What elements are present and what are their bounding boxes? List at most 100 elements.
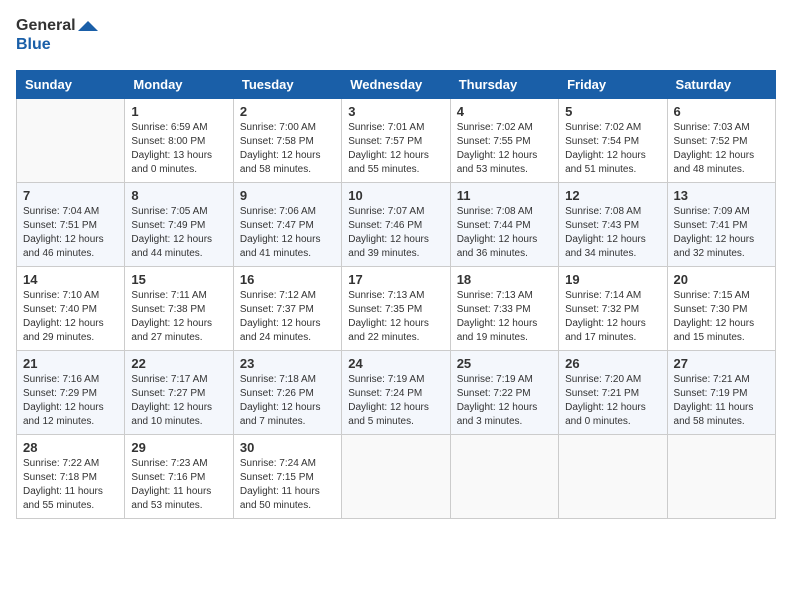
day-of-week-header: Wednesday [342, 71, 450, 99]
day-info: Sunrise: 7:00 AM Sunset: 7:58 PM Dayligh… [240, 121, 335, 177]
day-of-week-header: Sunday [17, 71, 125, 99]
day-number: 8 [131, 188, 226, 203]
calendar-week-row: 28 Sunrise: 7:22 AM Sunset: 7:18 PM Dayli… [17, 435, 776, 519]
calendar-week-row: 1 Sunrise: 6:59 AM Sunset: 8:00 PM Daylig… [17, 99, 776, 183]
calendar-day-cell: 25Sunrise: 7:19 AM Sunset: 7:22 PM Dayli… [450, 351, 558, 435]
day-of-week-header: Saturday [667, 71, 775, 99]
logo-arrow-icon [78, 21, 98, 41]
logo-blue: Blue [16, 35, 76, 54]
day-number: 1 [131, 104, 226, 119]
day-number: 15 [131, 272, 226, 287]
day-info: Sunrise: 7:18 AM Sunset: 7:26 PM Dayligh… [240, 373, 335, 429]
day-number: 24 [348, 356, 443, 371]
day-info: Sunrise: 7:13 AM Sunset: 7:35 PM Dayligh… [348, 289, 443, 345]
calendar-day-cell: 4 Sunrise: 7:02 AM Sunset: 7:55 PM Daylig… [450, 99, 558, 183]
day-number: 29 [131, 440, 226, 455]
calendar-day-cell: 12 Sunrise: 7:08 AM Sunset: 7:43 PM Dayli… [559, 183, 667, 267]
calendar-day-cell: 23 Sunrise: 7:18 AM Sunset: 7:26 PM Dayli… [233, 351, 341, 435]
calendar-day-cell: 14Sunrise: 7:10 AM Sunset: 7:40 PM Dayli… [17, 267, 125, 351]
day-info: Sunrise: 7:17 AM Sunset: 7:27 PM Dayligh… [131, 373, 226, 429]
day-info: Sunrise: 7:08 AM Sunset: 7:43 PM Dayligh… [565, 205, 660, 261]
calendar-empty-cell [17, 99, 125, 183]
calendar-empty-cell [450, 435, 558, 519]
calendar-day-cell: 26Sunrise: 7:20 AM Sunset: 7:21 PM Dayli… [559, 351, 667, 435]
calendar-day-cell: 6Sunrise: 7:03 AM Sunset: 7:52 PM Daylig… [667, 99, 775, 183]
day-number: 20 [674, 272, 769, 287]
calendar-day-cell: 11 Sunrise: 7:08 AM Sunset: 7:44 PM Dayli… [450, 183, 558, 267]
day-info: Sunrise: 7:08 AM Sunset: 7:44 PM Dayligh… [457, 205, 552, 261]
day-number: 5 [565, 104, 660, 119]
day-info: Sunrise: 7:02 AM Sunset: 7:54 PM Dayligh… [565, 121, 660, 177]
calendar-day-cell: 18Sunrise: 7:13 AM Sunset: 7:33 PM Dayli… [450, 267, 558, 351]
logo: General Blue [16, 16, 98, 60]
calendar-day-cell: 16Sunrise: 7:12 AM Sunset: 7:37 PM Dayli… [233, 267, 341, 351]
day-info: Sunrise: 7:22 AM Sunset: 7:18 PM Dayligh… [23, 457, 118, 513]
day-of-week-header: Monday [125, 71, 233, 99]
day-info: Sunrise: 6:59 AM Sunset: 8:00 PM Dayligh… [131, 121, 226, 177]
day-number: 14 [23, 272, 118, 287]
calendar-day-cell: 27 Sunrise: 7:21 AM Sunset: 7:19 PM Dayli… [667, 351, 775, 435]
calendar-day-cell: 5 Sunrise: 7:02 AM Sunset: 7:54 PM Daylig… [559, 99, 667, 183]
day-number: 23 [240, 356, 335, 371]
calendar-day-cell: 3 Sunrise: 7:01 AM Sunset: 7:57 PM Daylig… [342, 99, 450, 183]
calendar-week-row: 21Sunrise: 7:16 AM Sunset: 7:29 PM Dayli… [17, 351, 776, 435]
calendar-week-row: 14Sunrise: 7:10 AM Sunset: 7:40 PM Dayli… [17, 267, 776, 351]
calendar-day-cell: 1 Sunrise: 6:59 AM Sunset: 8:00 PM Daylig… [125, 99, 233, 183]
day-number: 22 [131, 356, 226, 371]
day-info: Sunrise: 7:05 AM Sunset: 7:49 PM Dayligh… [131, 205, 226, 261]
calendar-week-row: 7Sunrise: 7:04 AM Sunset: 7:51 PM Daylig… [17, 183, 776, 267]
day-info: Sunrise: 7:11 AM Sunset: 7:38 PM Dayligh… [131, 289, 226, 345]
calendar-day-cell: 19Sunrise: 7:14 AM Sunset: 7:32 PM Dayli… [559, 267, 667, 351]
calendar-empty-cell [667, 435, 775, 519]
day-info: Sunrise: 7:13 AM Sunset: 7:33 PM Dayligh… [457, 289, 552, 345]
day-number: 28 [23, 440, 118, 455]
day-of-week-header: Friday [559, 71, 667, 99]
day-info: Sunrise: 7:23 AM Sunset: 7:16 PM Dayligh… [131, 457, 226, 513]
day-number: 10 [348, 188, 443, 203]
day-number: 9 [240, 188, 335, 203]
day-number: 30 [240, 440, 335, 455]
day-info: Sunrise: 7:03 AM Sunset: 7:52 PM Dayligh… [674, 121, 769, 177]
day-number: 3 [348, 104, 443, 119]
day-info: Sunrise: 7:14 AM Sunset: 7:32 PM Dayligh… [565, 289, 660, 345]
calendar-day-cell: 24 Sunrise: 7:19 AM Sunset: 7:24 PM Dayli… [342, 351, 450, 435]
calendar-day-cell: 20 Sunrise: 7:15 AM Sunset: 7:30 PM Dayli… [667, 267, 775, 351]
day-number: 17 [348, 272, 443, 287]
day-number: 27 [674, 356, 769, 371]
day-info: Sunrise: 7:24 AM Sunset: 7:15 PM Dayligh… [240, 457, 335, 513]
calendar-day-cell: 30 Sunrise: 7:24 AM Sunset: 7:15 PM Dayli… [233, 435, 341, 519]
day-info: Sunrise: 7:19 AM Sunset: 7:24 PM Dayligh… [348, 373, 443, 429]
day-info: Sunrise: 7:07 AM Sunset: 7:46 PM Dayligh… [348, 205, 443, 261]
day-number: 12 [565, 188, 660, 203]
day-of-week-header: Tuesday [233, 71, 341, 99]
day-info: Sunrise: 7:15 AM Sunset: 7:30 PM Dayligh… [674, 289, 769, 345]
calendar-day-cell: 7Sunrise: 7:04 AM Sunset: 7:51 PM Daylig… [17, 183, 125, 267]
logo-general: General [16, 16, 76, 35]
page-header: General Blue [16, 16, 776, 60]
day-info: Sunrise: 7:21 AM Sunset: 7:19 PM Dayligh… [674, 373, 769, 429]
calendar-day-cell: 2Sunrise: 7:00 AM Sunset: 7:58 PM Daylig… [233, 99, 341, 183]
day-info: Sunrise: 7:06 AM Sunset: 7:47 PM Dayligh… [240, 205, 335, 261]
calendar-empty-cell [342, 435, 450, 519]
calendar-table: SundayMondayTuesdayWednesdayThursdayFrid… [16, 70, 776, 519]
day-number: 26 [565, 356, 660, 371]
day-number: 13 [674, 188, 769, 203]
calendar-empty-cell [559, 435, 667, 519]
calendar-day-cell: 22 Sunrise: 7:17 AM Sunset: 7:27 PM Dayli… [125, 351, 233, 435]
day-of-week-header: Thursday [450, 71, 558, 99]
day-number: 4 [457, 104, 552, 119]
day-number: 7 [23, 188, 118, 203]
calendar-day-cell: 15 Sunrise: 7:11 AM Sunset: 7:38 PM Dayli… [125, 267, 233, 351]
day-number: 25 [457, 356, 552, 371]
calendar-day-cell: 17 Sunrise: 7:13 AM Sunset: 7:35 PM Dayli… [342, 267, 450, 351]
day-number: 11 [457, 188, 552, 203]
calendar-day-cell: 28 Sunrise: 7:22 AM Sunset: 7:18 PM Dayli… [17, 435, 125, 519]
day-info: Sunrise: 7:02 AM Sunset: 7:55 PM Dayligh… [457, 121, 552, 177]
calendar-day-cell: 21Sunrise: 7:16 AM Sunset: 7:29 PM Dayli… [17, 351, 125, 435]
day-info: Sunrise: 7:16 AM Sunset: 7:29 PM Dayligh… [23, 373, 118, 429]
calendar-day-cell: 9 Sunrise: 7:06 AM Sunset: 7:47 PM Daylig… [233, 183, 341, 267]
calendar-day-cell: 29 Sunrise: 7:23 AM Sunset: 7:16 PM Dayli… [125, 435, 233, 519]
calendar-day-cell: 10 Sunrise: 7:07 AM Sunset: 7:46 PM Dayli… [342, 183, 450, 267]
calendar-day-cell: 13Sunrise: 7:09 AM Sunset: 7:41 PM Dayli… [667, 183, 775, 267]
day-info: Sunrise: 7:01 AM Sunset: 7:57 PM Dayligh… [348, 121, 443, 177]
